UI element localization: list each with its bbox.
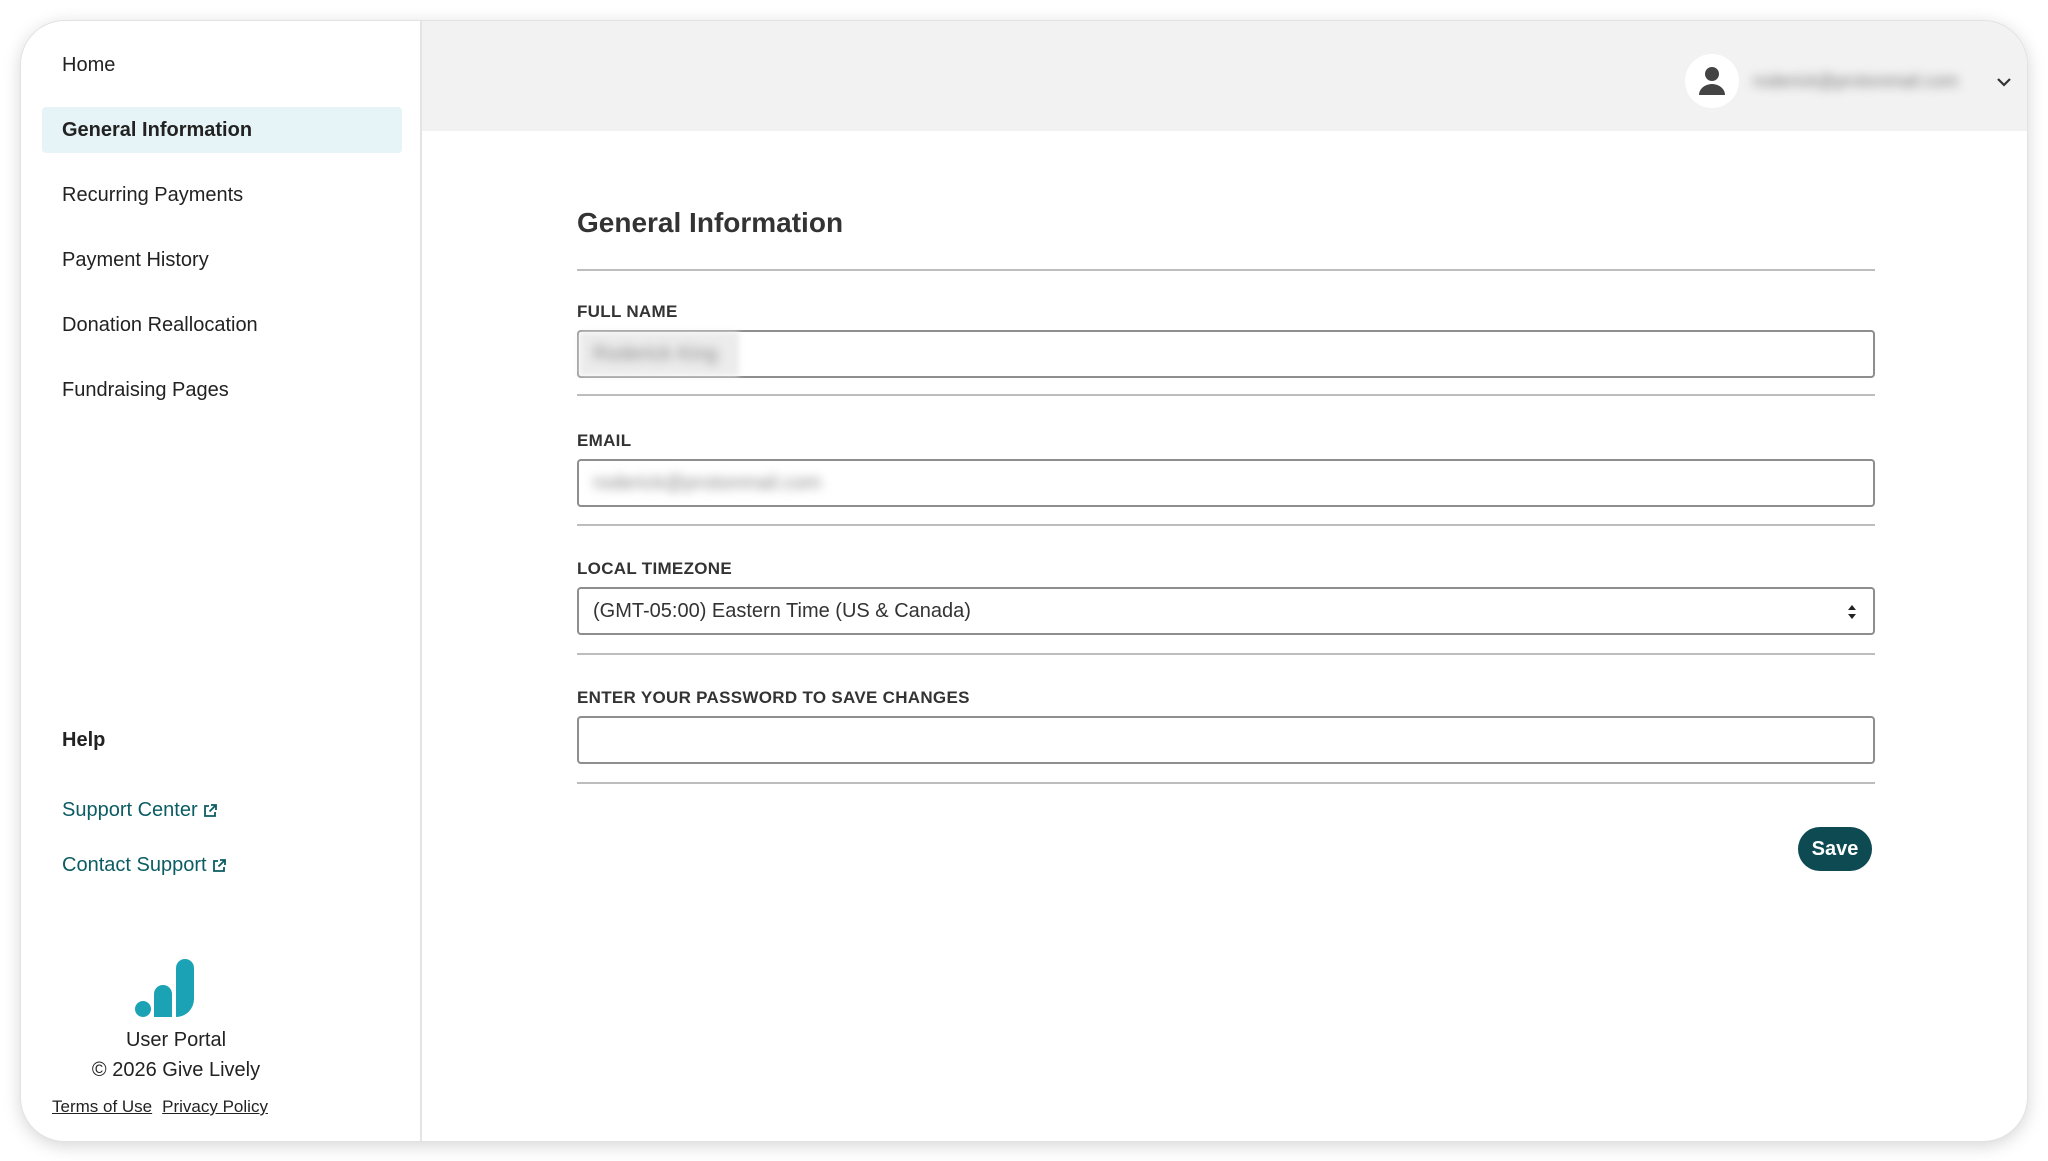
app-window: Home General Information Recurring Payme… <box>21 21 2027 1141</box>
sidebar-item-donation-reallocation[interactable]: Donation Reallocation <box>42 302 402 348</box>
sidebar-item-label: Payment History <box>62 248 209 271</box>
portal-name: User Portal <box>125 1029 227 1051</box>
chevron-down-icon[interactable] <box>1995 73 2013 91</box>
copyright: © 2026 Give Lively <box>91 1059 261 1081</box>
timezone-select[interactable]: (GMT-05:00) Eastern Time (US & Canada) <box>577 587 1875 635</box>
full-name-label: FULL NAME <box>577 302 678 321</box>
divider <box>577 524 1875 526</box>
sidebar-item-label: Recurring Payments <box>62 183 244 206</box>
avatar[interactable] <box>1685 54 1739 108</box>
give-lively-logo <box>135 959 194 1017</box>
select-arrows-icon <box>1848 605 1856 619</box>
sidebar-item-label: Fundraising Pages <box>62 378 229 401</box>
sidebar: Home General Information Recurring Payme… <box>21 21 422 1141</box>
save-button[interactable]: Save <box>1798 827 1872 871</box>
email-field[interactable]: roderick@protonmail.com <box>577 459 1875 507</box>
external-link-icon <box>203 803 217 817</box>
sidebar-item-general-information[interactable]: General Information <box>42 107 402 153</box>
password-field[interactable] <box>577 716 1875 764</box>
footer-links: Terms of Use Privacy Policy <box>52 1097 268 1117</box>
sidebar-item-payment-history[interactable]: Payment History <box>42 237 402 283</box>
contact-support-label: Contact Support <box>62 854 207 876</box>
user-icon <box>1699 67 1725 95</box>
user-email[interactable]: roderick@protonmail.com <box>1753 71 1985 93</box>
terms-of-use-link[interactable]: Terms of Use <box>52 1097 152 1117</box>
sidebar-item-label: Home <box>62 53 116 76</box>
timezone-label: LOCAL TIMEZONE <box>577 559 732 578</box>
timezone-value: (GMT-05:00) Eastern Time (US & Canada) <box>593 599 971 622</box>
sidebar-item-label: Donation Reallocation <box>62 313 258 336</box>
password-label: ENTER YOUR PASSWORD TO SAVE CHANGES <box>577 688 970 707</box>
external-link-icon <box>212 858 226 872</box>
divider <box>577 394 1875 396</box>
divider <box>577 782 1875 784</box>
full-name-input[interactable]: Roderick King <box>577 330 1875 378</box>
sidebar-item-recurring-payments[interactable]: Recurring Payments <box>42 172 402 218</box>
sidebar-item-fundraising-pages[interactable]: Fundraising Pages <box>42 367 402 413</box>
full-name-value: Roderick King <box>593 342 718 365</box>
support-center-link[interactable]: Support Center <box>62 799 218 822</box>
sidebar-item-label: General Information <box>62 118 253 141</box>
support-center-label: Support Center <box>62 799 198 821</box>
privacy-policy-link[interactable]: Privacy Policy <box>162 1097 268 1117</box>
email-value: roderick@protonmail.com <box>593 471 822 494</box>
contact-support-link[interactable]: Contact Support <box>62 854 227 877</box>
divider <box>577 653 1875 655</box>
help-heading: Help <box>62 729 106 751</box>
email-label: EMAIL <box>577 431 632 450</box>
sidebar-item-home[interactable]: Home <box>42 42 402 88</box>
page-title: General Information <box>577 207 844 238</box>
divider <box>577 269 1875 271</box>
